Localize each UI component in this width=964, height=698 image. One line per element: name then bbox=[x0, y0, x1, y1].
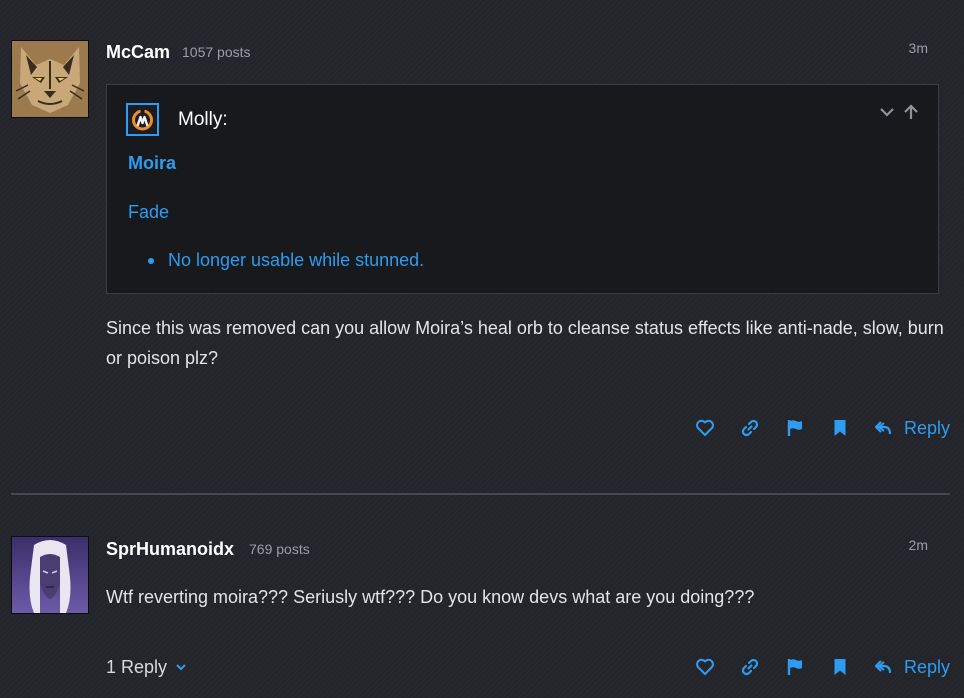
reply-button[interactable]: Reply bbox=[873, 657, 950, 678]
flag-icon bbox=[788, 659, 803, 675]
heart-icon bbox=[696, 658, 715, 675]
replies-toggle-button[interactable]: 1 Reply bbox=[106, 657, 187, 678]
bookmark-icon bbox=[834, 659, 846, 675]
flag-button[interactable] bbox=[773, 655, 818, 679]
bookmark-button[interactable] bbox=[818, 655, 863, 679]
replies-count-label: 1 Reply bbox=[106, 657, 168, 677]
like-button[interactable] bbox=[683, 655, 728, 679]
post-actions: Reply bbox=[683, 655, 950, 679]
elf-character-avatar-image bbox=[12, 537, 88, 613]
post-time[interactable]: 2m bbox=[909, 537, 928, 553]
avatar[interactable] bbox=[11, 536, 89, 614]
author-name[interactable]: SprHumanoidx bbox=[106, 539, 234, 560]
post: SprHumanoidx 769 posts 2m Wtf reverting … bbox=[0, 0, 964, 698]
post-count: 769 posts bbox=[249, 541, 310, 557]
share-link-button[interactable] bbox=[728, 655, 773, 679]
reply-label: Reply bbox=[903, 656, 950, 677]
reply-arrow-icon bbox=[874, 660, 892, 674]
post-body: Wtf reverting moira??? Seriusly wtf??? D… bbox=[106, 587, 755, 607]
link-icon bbox=[742, 658, 759, 676]
chevron-down-icon bbox=[175, 657, 187, 678]
